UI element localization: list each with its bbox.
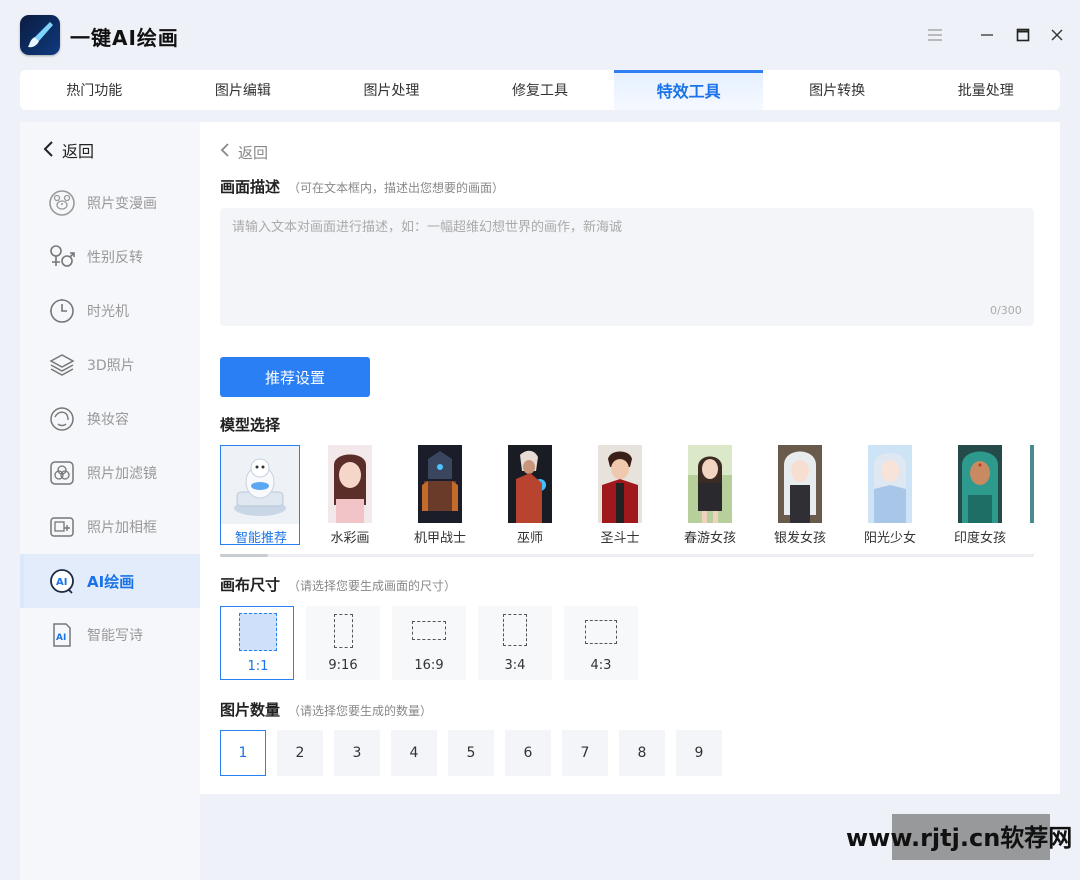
sidebar-item-3d-photo[interactable]: 3D照片	[20, 338, 200, 392]
model-thumbnail	[868, 445, 912, 523]
sidebar: 返回 照片变漫画 性别反转 时光机 3D照片 换妆容 照片加滤镜 照片加相框 A…	[20, 122, 200, 880]
model-list: 智能推荐 水彩画 机甲战士 巫师 圣斗士 春游女孩 银发女孩 阳光少女 印度女孩	[220, 445, 1034, 545]
tab-image-edit[interactable]: 图片编辑	[169, 70, 318, 110]
canvas-size-3-4[interactable]: 3:4	[478, 606, 552, 680]
sidebar-item-time-machine[interactable]: 时光机	[20, 284, 200, 338]
canvas-size-16-9[interactable]: 16:9	[392, 606, 466, 680]
count-option-5[interactable]: 5	[448, 730, 494, 776]
model-smart-recommend[interactable]: 智能推荐	[220, 445, 300, 545]
chevron-left-icon	[220, 142, 230, 163]
makeup-icon	[48, 405, 76, 433]
model-thumbnail	[958, 445, 1002, 523]
model-thumbnail	[328, 445, 372, 523]
svg-text:AI: AI	[56, 577, 67, 588]
model-scrollbar[interactable]	[220, 554, 1034, 557]
model-spring-girl[interactable]: 春游女孩	[670, 445, 750, 545]
char-counter: 0/300	[990, 304, 1022, 317]
frame-icon	[48, 513, 76, 541]
sidebar-item-photo-to-comic[interactable]: 照片变漫画	[20, 176, 200, 230]
model-indian-girl[interactable]: 印度女孩	[940, 445, 1020, 545]
desc-section-title: 画面描述 （可在文本框内，描述出您想要的画面）	[220, 178, 505, 196]
model-mech-warrior[interactable]: 机甲战士	[400, 445, 480, 545]
count-option-7[interactable]: 7	[562, 730, 608, 776]
tab-image-convert[interactable]: 图片转换	[763, 70, 912, 110]
sidebar-item-photo-filter[interactable]: 照片加滤镜	[20, 446, 200, 500]
layers-icon	[48, 351, 76, 379]
count-section-title: 图片数量 （请选择您要生成的数量）	[220, 701, 433, 719]
model-thumbnail	[778, 445, 822, 523]
tab-hot-features[interactable]: 热门功能	[20, 70, 169, 110]
count-option-8[interactable]: 8	[619, 730, 665, 776]
sidebar-item-smart-poem[interactable]: AI 智能写诗	[20, 608, 200, 662]
recommend-settings-button[interactable]: 推荐设置	[220, 357, 370, 397]
count-option-1[interactable]: 1	[220, 730, 266, 776]
model-scrollbar-thumb[interactable]	[220, 554, 268, 557]
count-option-4[interactable]: 4	[391, 730, 437, 776]
minimize-icon[interactable]	[976, 24, 998, 46]
count-option-6[interactable]: 6	[505, 730, 551, 776]
tab-effect-tools[interactable]: 特效工具	[614, 70, 763, 110]
description-input[interactable]	[220, 208, 1034, 326]
main-panel: 返回 画面描述（可在文本框内，描述出您想要的画面） 0/300 推荐设置 模型选…	[200, 122, 1060, 794]
model-thumbnail	[221, 446, 299, 524]
sidebar-item-gender-swap[interactable]: 性别反转	[20, 230, 200, 284]
aspect-square-icon	[239, 613, 277, 651]
model-thumbnail	[418, 445, 462, 523]
model-sunshine-girl[interactable]: 阳光少女	[850, 445, 930, 545]
gender-icon	[48, 243, 76, 271]
model-watercolor[interactable]: 水彩画	[310, 445, 390, 545]
canvas-size-9-16[interactable]: 9:16	[306, 606, 380, 680]
chevron-left-icon	[42, 140, 54, 161]
model-saint-warrior[interactable]: 圣斗士	[580, 445, 660, 545]
close-icon[interactable]	[1046, 24, 1068, 46]
tab-repair-tools[interactable]: 修复工具	[466, 70, 615, 110]
model-thumbnail	[508, 445, 552, 523]
ai-doc-icon: AI	[48, 621, 76, 649]
clock-icon	[48, 297, 76, 325]
maximize-icon[interactable]	[1012, 24, 1034, 46]
model-section-title: 模型选择	[220, 416, 281, 434]
watermark-text: www.rjtj.cn软荐网	[846, 824, 1073, 852]
count-option-2[interactable]: 2	[277, 730, 323, 776]
tab-batch-process[interactable]: 批量处理	[911, 70, 1060, 110]
app-logo-brush-icon	[20, 15, 60, 55]
sidebar-item-ai-painting[interactable]: AI AI绘画	[20, 554, 200, 608]
model-partial-next[interactable]	[1030, 445, 1034, 545]
model-thumbnail	[598, 445, 642, 523]
canvas-section-title: 画布尺寸 （请选择您要生成画面的尺寸）	[220, 576, 457, 594]
model-wizard[interactable]: 巫师	[490, 445, 570, 545]
aspect-portrait-icon	[334, 614, 353, 648]
title-bar: 一键AI绘画	[0, 0, 1080, 70]
canvas-size-4-3[interactable]: 4:3	[564, 606, 638, 680]
menu-icon[interactable]	[924, 24, 946, 46]
canvas-size-1-1[interactable]: 1:1	[220, 606, 294, 680]
app-title: 一键AI绘画	[70, 26, 179, 50]
model-thumbnail	[1030, 445, 1034, 523]
sidebar-item-change-makeup[interactable]: 换妆容	[20, 392, 200, 446]
count-option-9[interactable]: 9	[676, 730, 722, 776]
model-silver-hair-girl[interactable]: 银发女孩	[760, 445, 840, 545]
sidebar-back-button[interactable]: 返回	[42, 138, 94, 162]
svg-text:AI: AI	[56, 633, 66, 643]
aspect-landscape-icon	[585, 620, 617, 644]
filter-icon	[48, 459, 76, 487]
aspect-portrait-icon	[503, 614, 527, 646]
count-option-3[interactable]: 3	[334, 730, 380, 776]
top-tab-bar: 热门功能 图片编辑 图片处理 修复工具 特效工具 图片转换 批量处理	[20, 70, 1060, 110]
bear-face-icon	[48, 189, 76, 217]
model-thumbnail	[688, 445, 732, 523]
tab-image-process[interactable]: 图片处理	[317, 70, 466, 110]
main-back-button[interactable]: 返回	[220, 142, 268, 163]
aspect-landscape-icon	[412, 621, 446, 640]
sidebar-item-photo-frame[interactable]: 照片加相框	[20, 500, 200, 554]
ai-paint-icon: AI	[48, 567, 76, 595]
